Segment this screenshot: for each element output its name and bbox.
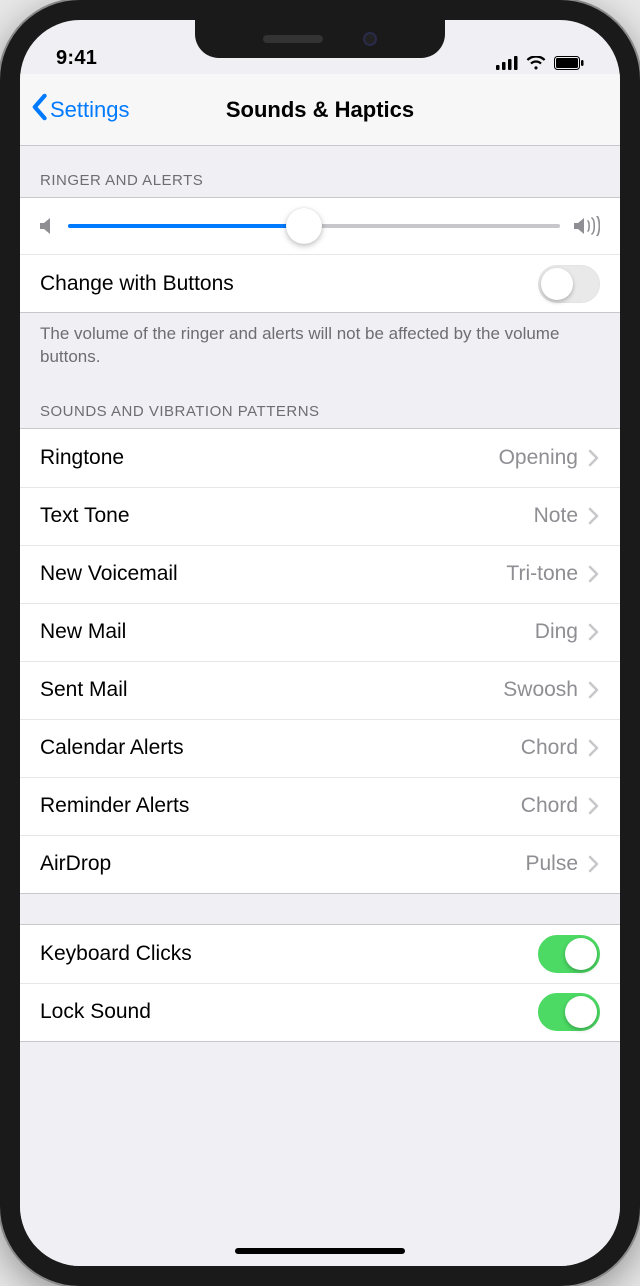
- patterns-row[interactable]: New MailDing: [20, 603, 620, 661]
- clicks-group: Keyboard Clicks Lock Sound: [20, 924, 620, 1042]
- slider-thumb[interactable]: [286, 208, 322, 244]
- slider-fill: [68, 224, 304, 228]
- patterns-row-value: Note: [534, 504, 578, 528]
- clicks-row-switch[interactable]: [538, 935, 600, 973]
- change-with-buttons-row[interactable]: Change with Buttons: [20, 254, 620, 312]
- volume-slider[interactable]: [68, 224, 560, 228]
- chevron-left-icon: [30, 93, 48, 127]
- patterns-row[interactable]: Reminder AlertsChord: [20, 777, 620, 835]
- ringer-footer: The volume of the ringer and alerts will…: [20, 313, 620, 377]
- cellular-icon: [496, 56, 518, 70]
- chevron-right-icon: [588, 797, 600, 815]
- chevron-right-icon: [588, 739, 600, 757]
- volume-slider-row: [20, 198, 620, 254]
- chevron-right-icon: [588, 507, 600, 525]
- chevron-right-icon: [588, 623, 600, 641]
- patterns-group: RingtoneOpeningText ToneNoteNew Voicemai…: [20, 428, 620, 894]
- speaker-low-icon: [40, 217, 54, 235]
- ringer-group: Change with Buttons: [20, 197, 620, 313]
- patterns-row[interactable]: Sent MailSwoosh: [20, 661, 620, 719]
- patterns-row-label: AirDrop: [40, 852, 525, 876]
- patterns-row-label: Text Tone: [40, 504, 534, 528]
- screen: 9:41 Settings Sounds & Haptics: [20, 20, 620, 1266]
- patterns-row-label: New Voicemail: [40, 562, 506, 586]
- chevron-right-icon: [588, 449, 600, 467]
- chevron-right-icon: [588, 855, 600, 873]
- patterns-row-value: Tri-tone: [506, 562, 578, 586]
- clicks-row-label: Keyboard Clicks: [40, 942, 538, 966]
- patterns-row-value: Chord: [521, 794, 578, 818]
- patterns-row[interactable]: RingtoneOpening: [20, 429, 620, 487]
- back-label: Settings: [50, 97, 130, 123]
- patterns-row-value: Swoosh: [503, 678, 578, 702]
- ringer-header: RINGER AND ALERTS: [20, 146, 620, 197]
- patterns-row[interactable]: Text ToneNote: [20, 487, 620, 545]
- patterns-row-label: Reminder Alerts: [40, 794, 521, 818]
- patterns-row-value: Chord: [521, 736, 578, 760]
- settings-content[interactable]: RINGER AND ALERTS Change with Buttons: [20, 146, 620, 1266]
- battery-icon: [554, 56, 584, 70]
- chevron-right-icon: [588, 681, 600, 699]
- patterns-header: SOUNDS AND VIBRATION PATTERNS: [20, 377, 620, 428]
- chevron-right-icon: [588, 565, 600, 583]
- patterns-row-value: Opening: [499, 446, 578, 470]
- patterns-row-label: Sent Mail: [40, 678, 503, 702]
- patterns-row[interactable]: New VoicemailTri-tone: [20, 545, 620, 603]
- clicks-row[interactable]: Keyboard Clicks: [20, 925, 620, 983]
- clicks-row[interactable]: Lock Sound: [20, 983, 620, 1041]
- patterns-row-value: Pulse: [525, 852, 578, 876]
- back-button[interactable]: Settings: [30, 93, 130, 127]
- patterns-row-label: New Mail: [40, 620, 535, 644]
- group-spacer: [20, 894, 620, 924]
- speaker-high-icon: [574, 216, 600, 236]
- patterns-row[interactable]: AirDropPulse: [20, 835, 620, 893]
- change-with-buttons-label: Change with Buttons: [40, 272, 538, 296]
- clicks-row-switch[interactable]: [538, 993, 600, 1031]
- patterns-row-value: Ding: [535, 620, 578, 644]
- nav-bar: Settings Sounds & Haptics: [20, 74, 620, 146]
- iphone-frame: 9:41 Settings Sounds & Haptics: [0, 0, 640, 1286]
- status-icons: [496, 56, 584, 70]
- clicks-row-label: Lock Sound: [40, 1000, 538, 1024]
- patterns-row-label: Ringtone: [40, 446, 499, 470]
- patterns-row-label: Calendar Alerts: [40, 736, 521, 760]
- change-with-buttons-switch[interactable]: [538, 265, 600, 303]
- notch: [195, 20, 445, 58]
- patterns-row[interactable]: Calendar AlertsChord: [20, 719, 620, 777]
- home-indicator[interactable]: [235, 1248, 405, 1254]
- wifi-icon: [526, 56, 546, 70]
